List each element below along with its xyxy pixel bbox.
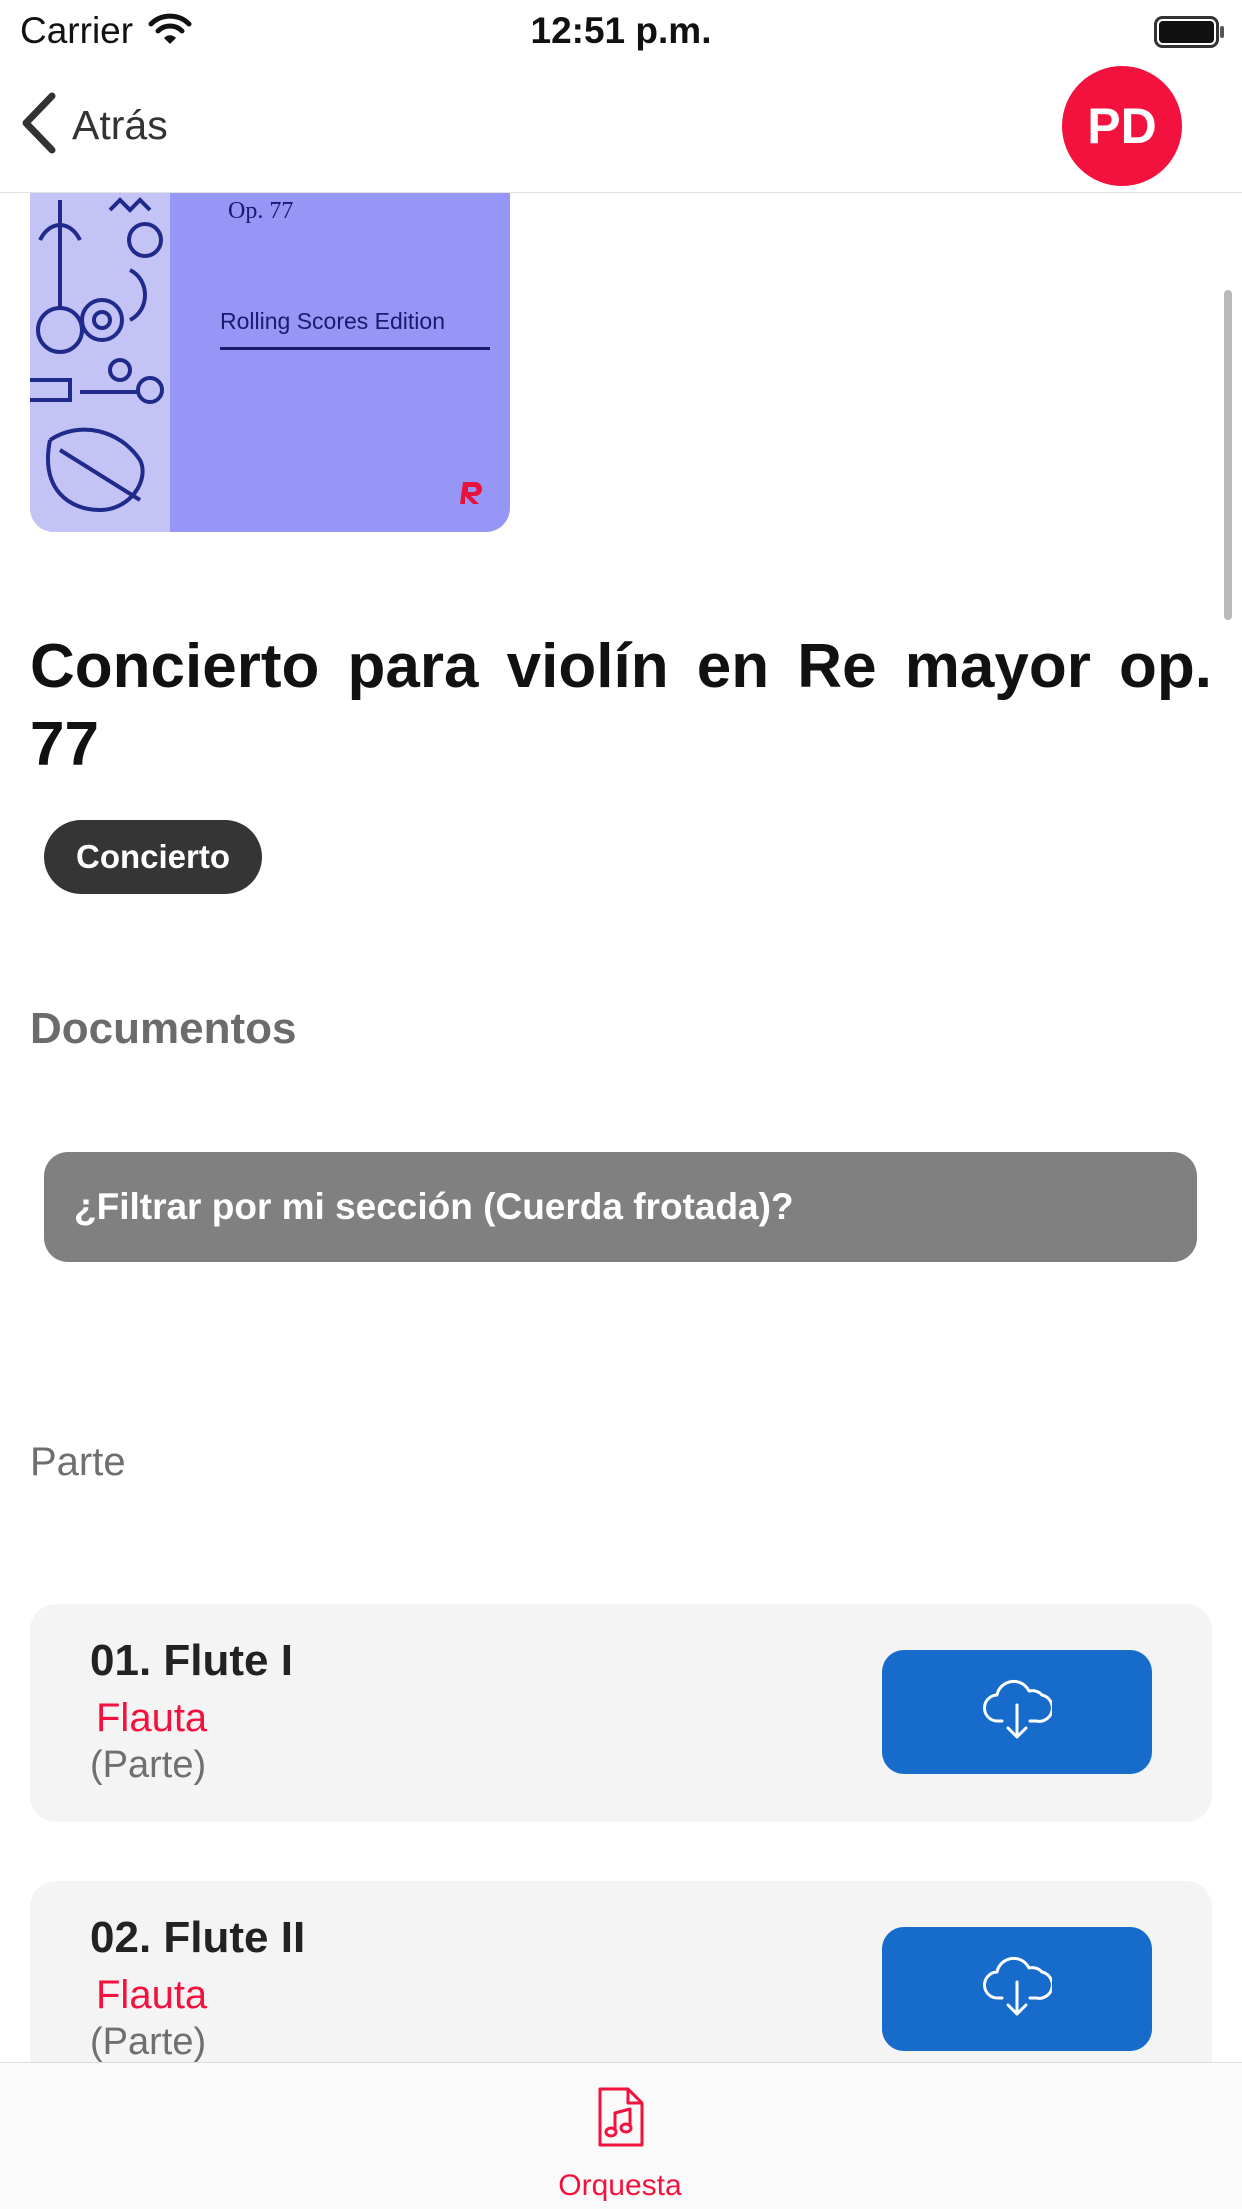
- document-name: 01. Flute I: [90, 1636, 293, 1685]
- document-type: (Parte): [90, 2021, 207, 2063]
- document-name: 02. Flute II: [90, 1913, 306, 1962]
- navigation-bar: Atrás PD: [0, 62, 1242, 193]
- download-button[interactable]: [882, 1927, 1152, 2051]
- music-document-icon: [596, 2085, 646, 2154]
- back-button[interactable]: Atrás: [18, 90, 168, 160]
- document-type: (Parte): [90, 1744, 207, 1786]
- part-group-label: Parte: [30, 1440, 126, 1484]
- status-bar: Carrier 12:51 p.m.: [0, 0, 1242, 62]
- rolling-logo: [457, 480, 487, 515]
- cover-divider: [220, 347, 490, 350]
- document-card[interactable]: 01. Flute I Flauta (Parte): [30, 1604, 1212, 1822]
- clock: 12:51 p.m.: [530, 10, 712, 51]
- tab-bar: Orquesta: [0, 2062, 1242, 2209]
- avatar[interactable]: PD: [1062, 66, 1182, 186]
- download-button[interactable]: [882, 1650, 1152, 1774]
- cloud-download-icon: [982, 1956, 1054, 2023]
- tab-orquesta[interactable]: Orquesta: [520, 2063, 720, 2209]
- battery-icon: [1154, 16, 1226, 53]
- scroll-indicator[interactable]: [1224, 290, 1232, 620]
- cover-opus-text: Op. 77: [228, 198, 294, 224]
- documents-heading: Documentos: [30, 1004, 297, 1053]
- document-instrument: Flauta: [96, 1696, 208, 1740]
- cover-edition-text: Rolling Scores Edition: [220, 308, 446, 334]
- tab-label: Orquesta: [558, 2169, 682, 2202]
- filter-by-section-button[interactable]: ¿Filtrar por mi sección (Cuerda frotada)…: [44, 1152, 1197, 1262]
- back-label: Atrás: [72, 101, 168, 148]
- document-instrument: Flauta: [96, 1973, 208, 2017]
- genre-tag: Concierto: [44, 820, 263, 894]
- work-title: Concierto para violín en Re mayor op. 77: [30, 632, 1212, 779]
- cloud-download-icon: [982, 1679, 1054, 1746]
- chevron-left-icon: [18, 92, 58, 159]
